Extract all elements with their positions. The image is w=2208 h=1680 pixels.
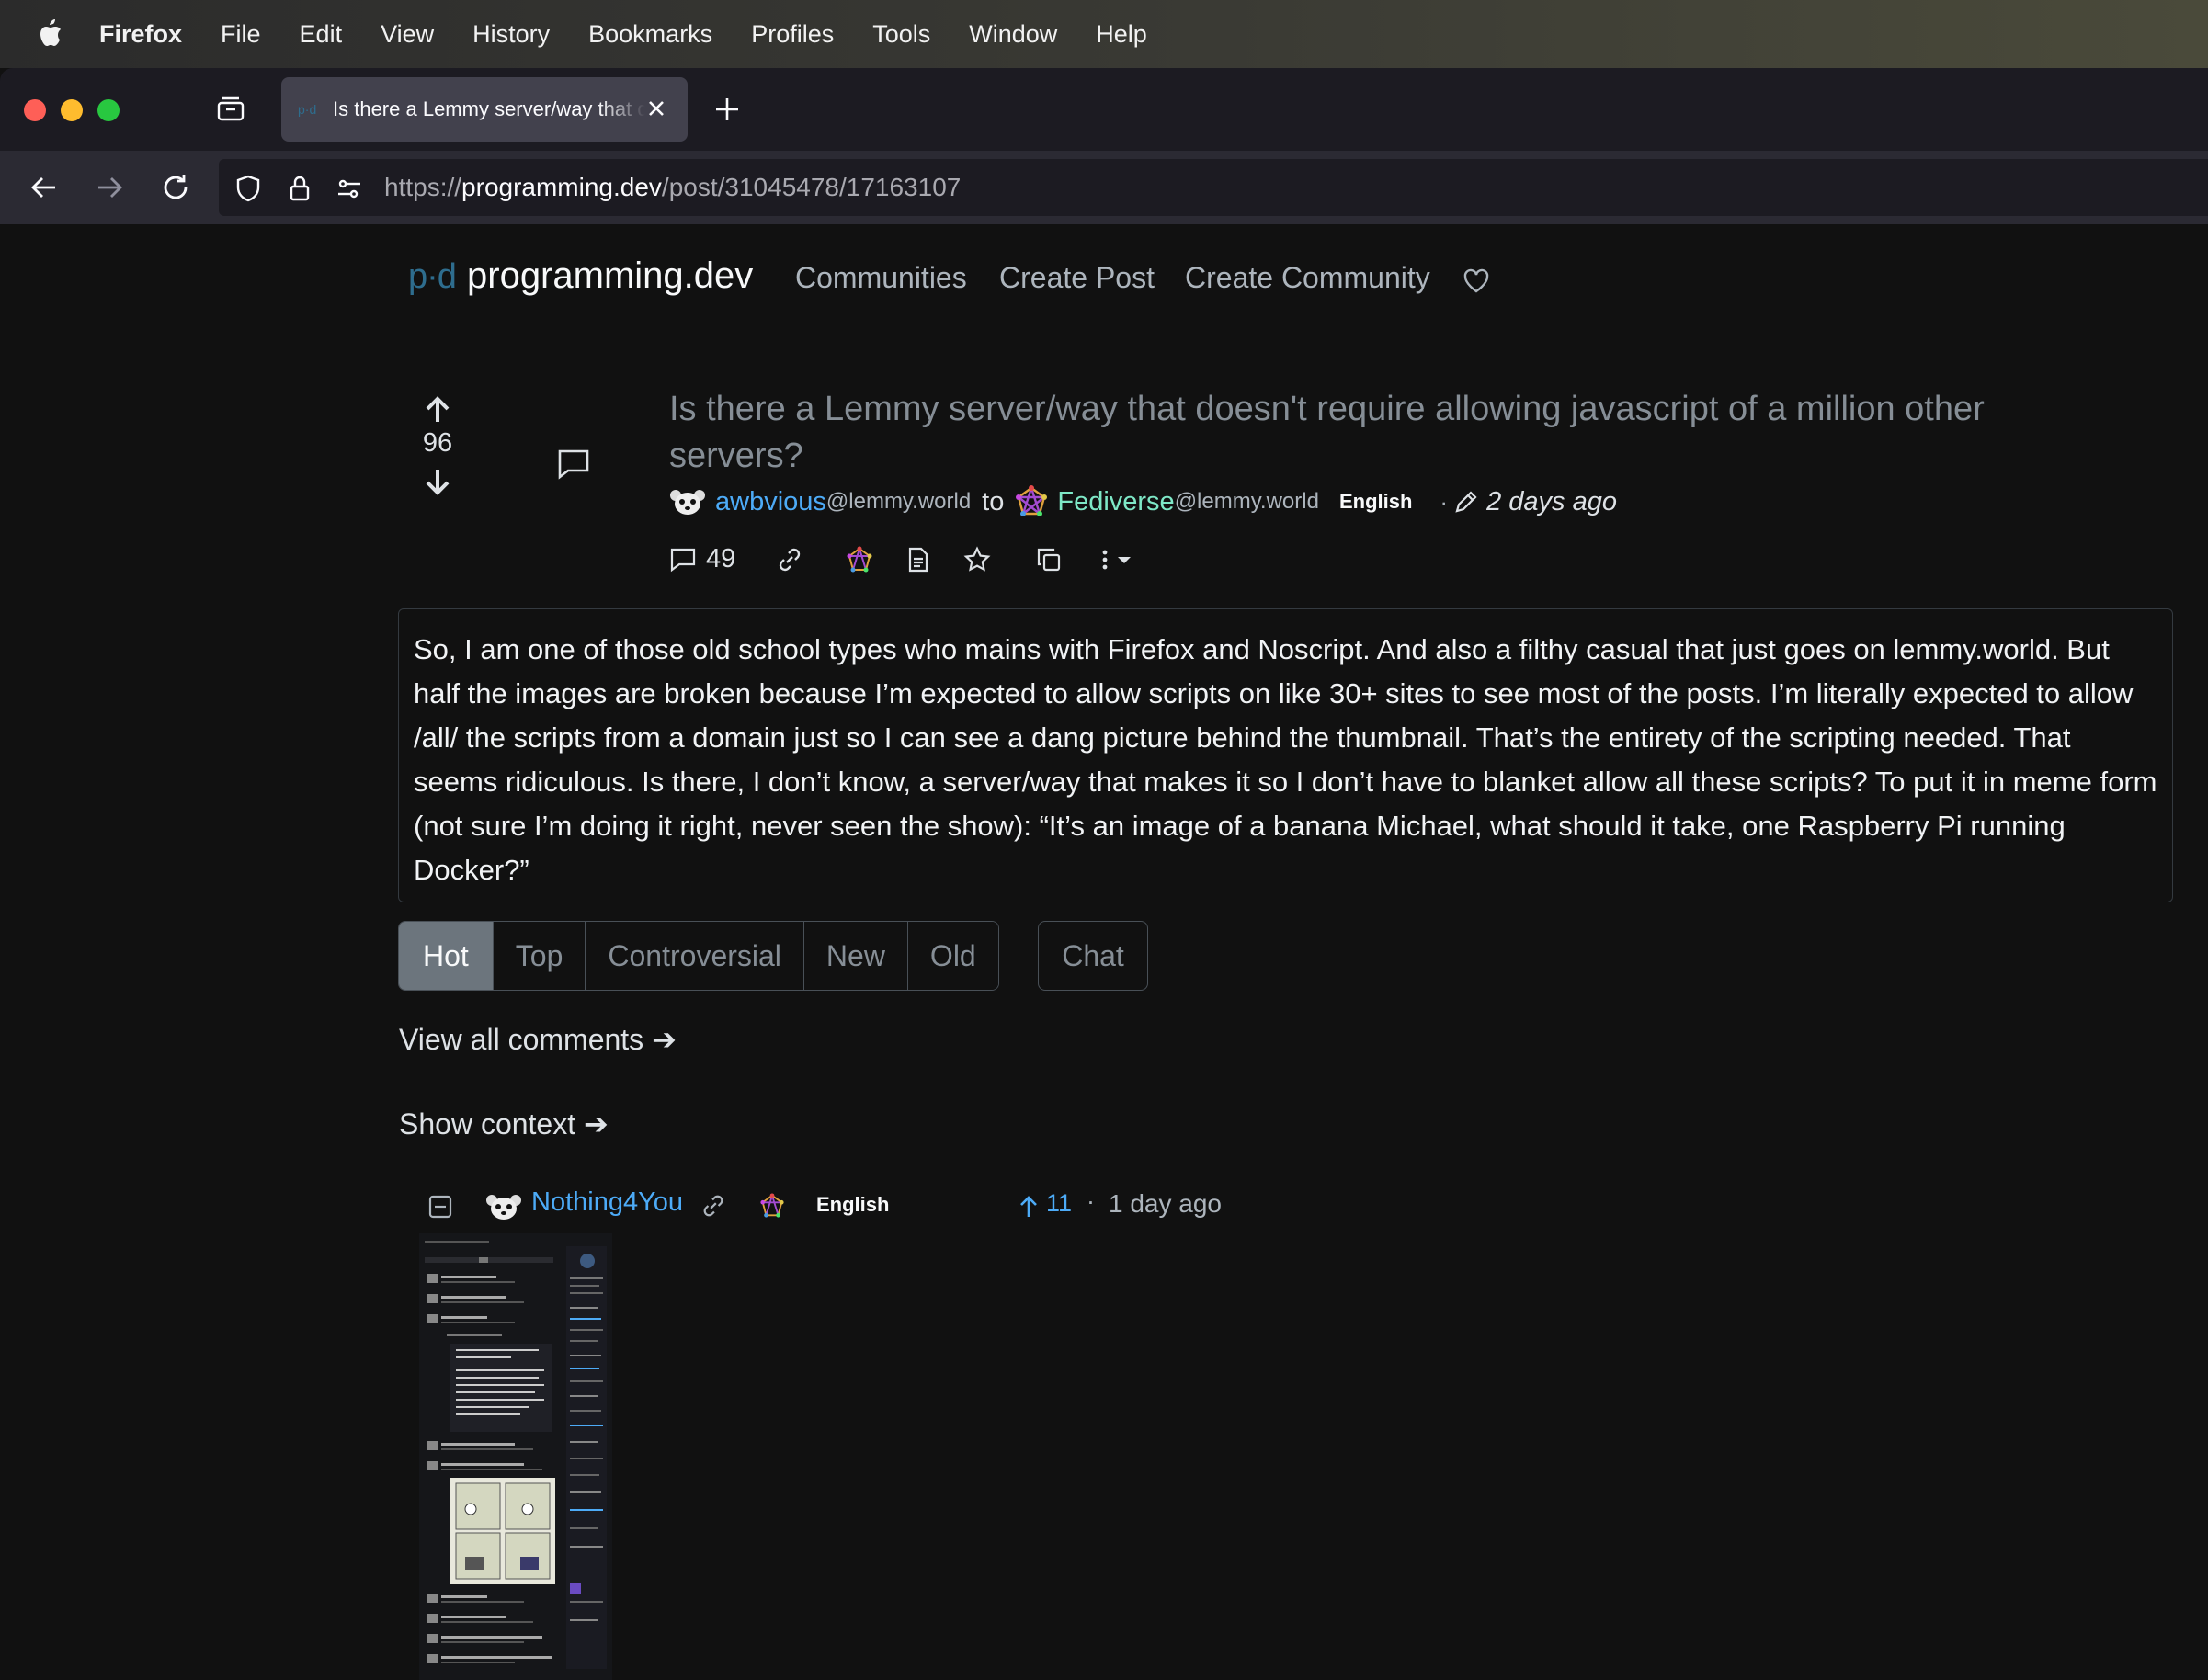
comment-header: Nothing4You English 11 · 1 day ago <box>428 1187 1256 1224</box>
sort-hot[interactable]: Hot <box>399 922 494 990</box>
permissions-icon[interactable] <box>335 174 364 203</box>
sort-controversial[interactable]: Controversial <box>586 922 804 990</box>
comment-score: 11 <box>1046 1189 1073 1217</box>
comment-icon[interactable] <box>669 546 697 573</box>
lock-icon[interactable] <box>285 174 314 203</box>
sort-new[interactable]: New <box>803 922 908 990</box>
menu-profiles[interactable]: Profiles <box>751 20 834 49</box>
link-icon[interactable] <box>700 1193 726 1219</box>
nav-create-community[interactable]: Create Community <box>1185 261 1430 295</box>
collapse-icon[interactable] <box>428 1195 452 1219</box>
macos-menubar: Firefox File Edit View History Bookmarks… <box>0 0 2208 68</box>
menu-bookmarks[interactable]: Bookmarks <box>588 20 712 49</box>
sort-old[interactable]: Old <box>907 922 998 990</box>
comment-language: English <box>816 1193 890 1216</box>
show-context-link[interactable]: Show context ➔ <box>399 1107 609 1141</box>
comment-icon[interactable] <box>555 445 592 482</box>
post-author[interactable]: awbvious <box>715 487 826 517</box>
menu-window[interactable]: Window <box>969 20 1057 49</box>
fediverse-icon[interactable] <box>759 1193 785 1219</box>
apple-icon[interactable] <box>37 18 63 50</box>
comment-separator: · <box>1087 1187 1095 1215</box>
menu-view[interactable]: View <box>381 20 434 49</box>
pencil-icon <box>1453 489 1479 515</box>
shield-icon[interactable] <box>233 174 263 203</box>
byline-separator: · <box>1440 487 1449 516</box>
url-text[interactable]: https://programming.dev/post/31045478/17… <box>384 173 961 202</box>
window-minimize-button[interactable] <box>61 99 83 121</box>
upvote-icon[interactable] <box>423 395 452 425</box>
close-icon[interactable] <box>643 96 669 121</box>
comment-screenshot-image[interactable] <box>419 1233 612 1680</box>
chat-view-button[interactable]: Chat <box>1038 921 1148 991</box>
navigation-toolbar: https://programming.dev/post/31045478/17… <box>0 151 2208 224</box>
post-body: So, I am one of those old school types w… <box>398 608 2173 902</box>
post-community-instance: @lemmy.world <box>1174 489 1319 514</box>
post-time: 2 days ago <box>1486 486 1617 516</box>
comment-time: 1 day ago <box>1109 1189 1222 1218</box>
site-logo[interactable]: p·d <box>408 257 457 297</box>
plus-icon[interactable] <box>713 96 741 123</box>
source-icon[interactable] <box>905 546 932 573</box>
post-community[interactable]: Fediverse <box>1057 487 1174 517</box>
url-host: programming.dev <box>461 173 662 201</box>
forward-icon[interactable] <box>93 171 126 204</box>
window-zoom-button[interactable] <box>97 99 120 121</box>
menu-help[interactable]: Help <box>1096 20 1147 49</box>
favicon-icon: p·d <box>298 101 322 118</box>
comment-author[interactable]: Nothing4You <box>531 1187 683 1218</box>
tab-title: Is there a Lemmy server/way that doesn't… <box>333 97 645 120</box>
post-byline: awbvious @lemmy.world to Fediverse @lemm… <box>669 483 1617 520</box>
byline-to: to <box>982 486 1005 516</box>
svg-text:p·d: p·d <box>298 102 316 117</box>
nav-create-post[interactable]: Create Post <box>999 261 1155 295</box>
url-path: /post/31045478/17163107 <box>661 173 962 201</box>
heart-icon[interactable] <box>1463 267 1490 295</box>
window-close-button[interactable] <box>24 99 46 121</box>
comment-sort-group: Hot Top Controversial New Old <box>398 921 999 991</box>
nav-communities[interactable]: Communities <box>795 261 967 295</box>
star-icon[interactable] <box>963 546 991 573</box>
fediverse-icon[interactable] <box>846 546 873 573</box>
post-author-instance: @lemmy.world <box>825 489 972 514</box>
copy-icon[interactable] <box>1035 546 1063 573</box>
link-icon[interactable] <box>776 546 803 573</box>
site-name[interactable]: programming.dev <box>467 255 753 297</box>
fediverse-icon <box>1015 485 1048 518</box>
url-scheme: https:// <box>384 173 462 201</box>
page-content: p·d programming.dev Communities Create P… <box>0 224 2208 1680</box>
post-score: 96 <box>422 428 453 458</box>
avatar <box>669 488 706 516</box>
more-icon[interactable] <box>1098 546 1153 573</box>
tab-strip: p·d Is there a Lemmy server/way that doe… <box>0 68 2208 151</box>
downvote-icon[interactable] <box>423 467 452 496</box>
reload-icon[interactable] <box>159 171 192 204</box>
menu-history[interactable]: History <box>472 20 550 49</box>
tabs-icon[interactable] <box>215 94 246 125</box>
upvote-icon[interactable] <box>1019 1195 1039 1219</box>
tab-active[interactable]: p·d Is there a Lemmy server/way that doe… <box>281 77 688 142</box>
menu-file[interactable]: File <box>221 20 261 49</box>
view-all-comments-link[interactable]: View all comments ➔ <box>399 1022 677 1057</box>
comment-count[interactable]: 49 <box>706 544 735 574</box>
post-language: English <box>1338 490 1413 513</box>
post-title[interactable]: Is there a Lemmy server/way that doesn't… <box>669 386 2103 480</box>
url-bar[interactable]: https://programming.dev/post/31045478/17… <box>219 159 2208 216</box>
avatar <box>485 1193 522 1220</box>
menu-tools[interactable]: Tools <box>872 20 930 49</box>
menu-edit[interactable]: Edit <box>300 20 343 49</box>
back-icon[interactable] <box>28 171 61 204</box>
menu-app-firefox[interactable]: Firefox <box>99 20 182 49</box>
sort-top[interactable]: Top <box>493 922 586 990</box>
